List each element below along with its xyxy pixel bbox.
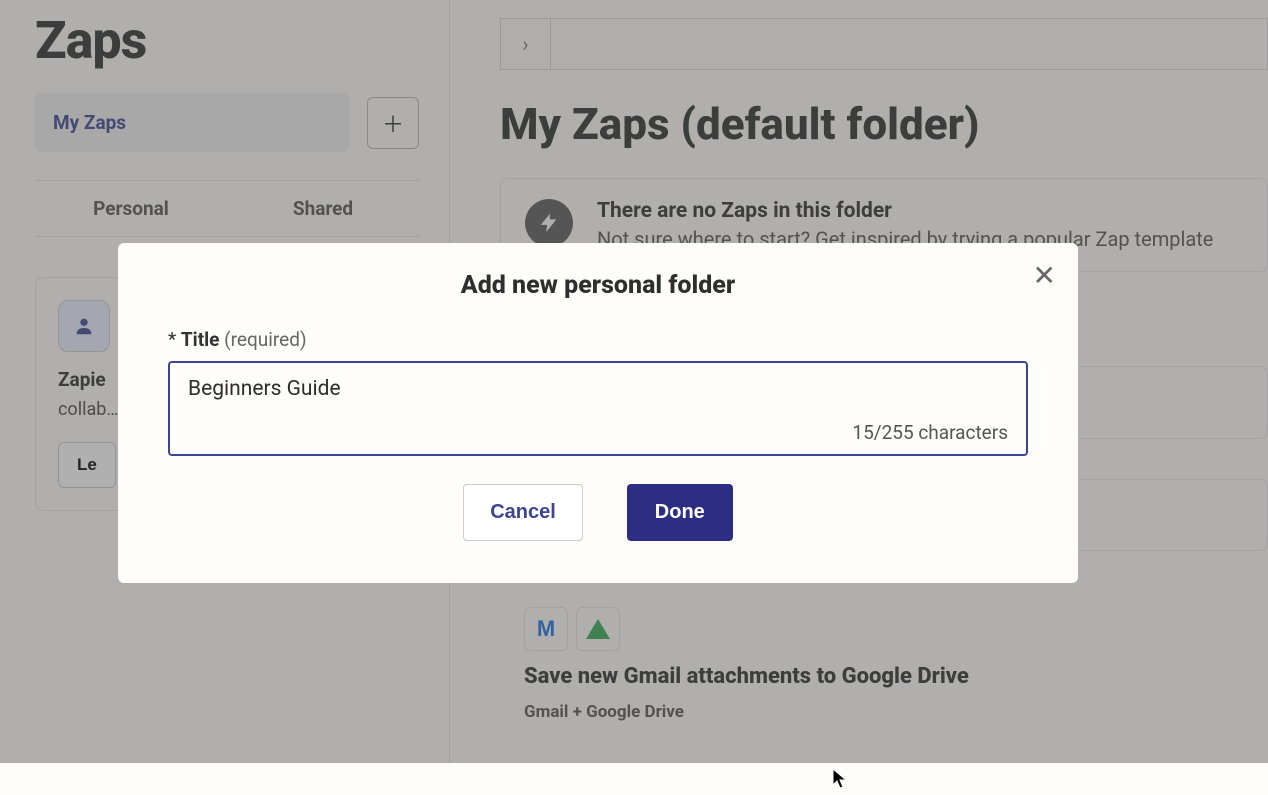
done-button[interactable]: Done <box>627 484 733 541</box>
title-field-wrap: 15/255 characters <box>168 361 1028 456</box>
modal-actions: Cancel Done <box>168 484 1028 541</box>
modal-title: Add new personal folder <box>168 271 1028 300</box>
close-button[interactable]: ✕ <box>1033 259 1056 292</box>
char-count: 15/255 characters <box>188 421 1008 444</box>
title-input[interactable] <box>188 377 1008 401</box>
required-star: * <box>168 328 176 351</box>
modal-overlay[interactable]: ✕ Add new personal folder * Title (requi… <box>0 0 1268 763</box>
close-icon: ✕ <box>1033 260 1056 291</box>
title-field-label: * Title (required) <box>168 328 1028 351</box>
label-name: Title <box>181 328 220 351</box>
label-required: (required) <box>224 328 306 351</box>
cancel-button[interactable]: Cancel <box>463 484 583 541</box>
add-folder-modal: ✕ Add new personal folder * Title (requi… <box>118 243 1078 583</box>
cursor-icon <box>832 768 850 795</box>
